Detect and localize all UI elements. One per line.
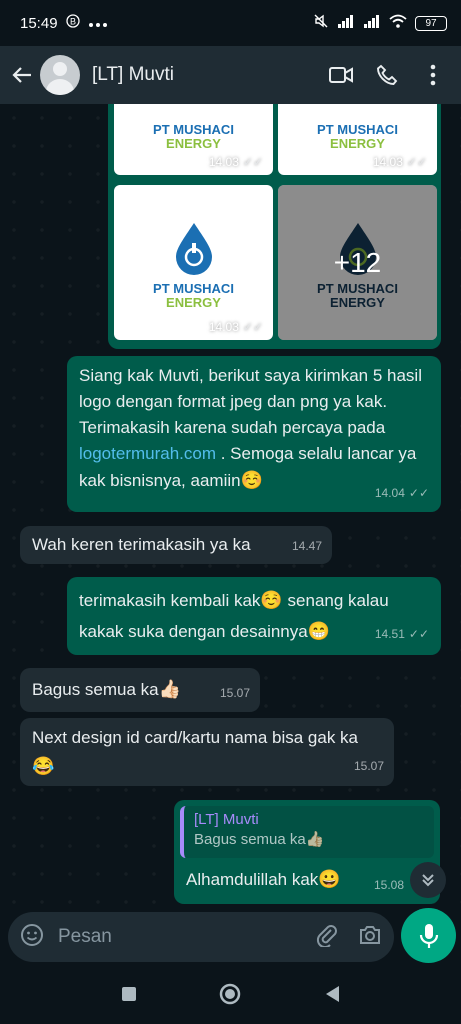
message-text: Next design id card/kartu nama bisa gak … xyxy=(32,728,359,747)
more-options-icon[interactable] xyxy=(413,55,453,95)
image-thumbnail-more[interactable]: PT MUSHACI ENERGY +12 xyxy=(278,185,437,340)
grinning-emoji: 😁 xyxy=(307,621,331,641)
message-timestamp: 15.07 xyxy=(353,759,384,773)
video-call-icon[interactable] xyxy=(321,55,361,95)
message-text: Wah keren terimakasih ya ka xyxy=(32,535,251,554)
wifi-icon xyxy=(389,14,407,32)
chat-header: [LT] Muvti xyxy=(0,46,461,104)
svg-text:B: B xyxy=(70,17,76,27)
logo-droplet-icon xyxy=(172,221,216,280)
mic-icon[interactable] xyxy=(401,908,456,963)
status-time: 15:49 xyxy=(20,14,58,32)
message-timestamp: 14.04 ✓✓ xyxy=(374,486,429,500)
attach-icon[interactable] xyxy=(316,923,338,952)
mute-icon xyxy=(313,13,329,33)
thumb-brand-line2: ENERGY xyxy=(330,136,385,151)
emoji-icon[interactable] xyxy=(20,923,44,952)
thumb-brand-line1: PT MUSHACI xyxy=(153,281,234,296)
status-bar: 15:49 B 97 xyxy=(0,0,461,46)
image-thumbnail[interactable]: PT MUSHACI ENERGY 14.03 ✓✓ xyxy=(278,104,437,175)
media-album-message[interactable]: PT MUSHACI ENERGY 14.03 ✓✓ PT MUSHACI ENE… xyxy=(108,104,441,349)
message-text: Bagus semua ka xyxy=(32,680,159,699)
image-thumbnail[interactable]: PT MUSHACI ENERGY 14.03 ✓✓ xyxy=(114,104,273,175)
incoming-message[interactable]: Next design id card/kartu nama bisa gak … xyxy=(20,718,394,786)
incoming-message[interactable]: Wah keren terimakasih ya ka 14.47 xyxy=(20,526,332,564)
thumb-timestamp: 14.03 ✓✓ xyxy=(208,155,263,169)
system-nav-bar xyxy=(0,968,461,1024)
read-ticks-icon: ✓✓ xyxy=(408,486,429,500)
nav-back-icon[interactable] xyxy=(323,984,341,1009)
read-ticks-icon: ✓✓ xyxy=(408,627,429,641)
message-timestamp: 14.47 xyxy=(291,539,322,553)
status-right: 97 xyxy=(313,13,447,33)
signal-icon-2 xyxy=(363,14,381,32)
chat-area[interactable]: PT MUSHACI ENERGY 14.03 ✓✓ PT MUSHACI ENE… xyxy=(0,104,461,910)
avatar[interactable] xyxy=(40,55,80,95)
more-images-count[interactable]: +12 xyxy=(278,185,437,340)
thumb-brand-line1: PT MUSHACI xyxy=(317,122,398,137)
nav-home-icon[interactable] xyxy=(218,982,242,1011)
message-input[interactable] xyxy=(56,925,316,949)
laughing-emoji: 😂 xyxy=(32,756,55,776)
thumb-brand-line2: ENERGY xyxy=(166,295,221,310)
nav-recents-icon[interactable] xyxy=(120,985,138,1008)
thumb-brand-line2: ENERGY xyxy=(166,136,221,151)
scroll-down-icon[interactable] xyxy=(410,862,446,898)
camera-icon[interactable] xyxy=(358,924,382,951)
outgoing-message[interactable]: Siang kak Muvti, berikut saya kirimkan 5… xyxy=(67,356,441,512)
message-text: Alhamdulillah kak😀 xyxy=(186,869,341,889)
notification-icon: B xyxy=(65,14,80,32)
quoted-message[interactable]: [LT] Muvti Bagus semua ka👍🏻 xyxy=(180,806,434,858)
grinning-face-emoji: 😀 xyxy=(318,869,341,889)
message-link[interactable]: logotermurah.com xyxy=(79,444,216,463)
quoted-author: [LT] Muvti xyxy=(194,811,259,828)
thumb-brand-line1: PT MUSHACI xyxy=(153,122,234,137)
quoted-text: Bagus semua ka👍🏻 xyxy=(194,831,325,848)
status-left: 15:49 B xyxy=(20,14,108,32)
incoming-message[interactable]: Bagus semua ka👍🏻 15.07 xyxy=(20,668,260,712)
message-timestamp: 14.51 ✓✓ xyxy=(374,627,429,641)
smiling-emoji: ☺️ xyxy=(260,590,283,610)
chat-title[interactable]: [LT] Muvti xyxy=(92,64,315,86)
back-arrow-icon[interactable] xyxy=(8,55,36,95)
thumbs-up-emoji: 👍🏻 xyxy=(158,679,182,699)
battery-indicator: 97 xyxy=(415,15,447,31)
message-timestamp: 15.07 xyxy=(219,686,250,700)
image-thumbnail[interactable]: PT MUSHACI ENERGY 14.03 ✓✓ xyxy=(114,185,273,340)
phone-call-icon[interactable] xyxy=(367,55,407,95)
message-text: Siang kak Muvti, berikut saya kirimkan 5… xyxy=(79,366,422,490)
outgoing-reply-message[interactable]: [LT] Muvti Bagus semua ka👍🏻 Alhamdulilla… xyxy=(174,800,440,904)
outgoing-message[interactable]: terimakasih kembali kak☺️ senang kalau k… xyxy=(67,577,441,655)
signal-icon-1 xyxy=(337,14,355,32)
smiling-emoji: ☺️ xyxy=(240,470,263,490)
message-composer xyxy=(8,912,394,962)
thumb-timestamp: 14.03 ✓✓ xyxy=(208,320,263,334)
thumb-timestamp: 14.03 ✓✓ xyxy=(372,155,427,169)
more-notifications-icon xyxy=(88,15,108,32)
message-timestamp: 15.08 xyxy=(373,878,404,892)
